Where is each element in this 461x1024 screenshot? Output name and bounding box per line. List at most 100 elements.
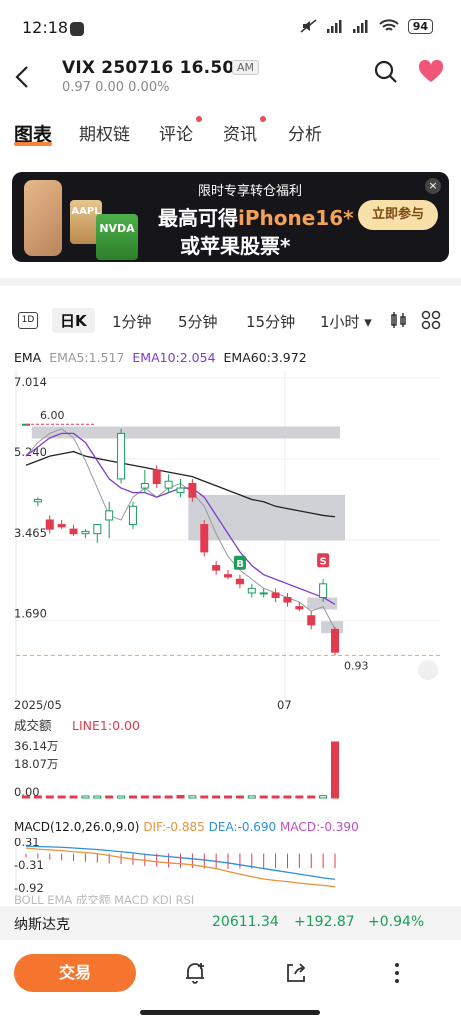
tab-option-chain[interactable]: 期权链 [79,120,130,145]
news-notification-dot [260,116,266,122]
period-1hour[interactable]: 1小时 ▾ [320,311,372,332]
candle-body [176,487,185,494]
period-selector: 1D 日K 1分钟 5分钟 15分钟 1小时 ▾ [0,300,461,338]
volume-bar [81,795,90,799]
volume-bar [283,795,292,799]
macd-axis-label: 0.31 [14,838,40,849]
candle-body [295,606,304,610]
volume-bar [69,795,78,799]
volume-line-value: LINE1:0.00 [72,718,140,733]
chart-reset-icon [418,660,438,680]
candle-body [57,524,66,528]
signal-icon-2 [352,20,368,33]
tab-comments[interactable]: 评论 [159,120,193,145]
volume-axis-label: 18.07万 [14,757,58,771]
share-icon[interactable] [283,960,309,986]
price-chart[interactable]: 7.014 5.240 3.465 1.690 2025/05 07 6.00 0.93 B S 成… [0,370,461,810]
candle-body [33,498,42,503]
mute-icon [300,19,317,33]
volume-bar [271,795,280,799]
more-options-icon[interactable] [384,960,410,986]
favorite-heart-icon[interactable] [418,60,444,84]
price-axis-label: 1.690 [14,607,47,621]
volume-bar [319,795,328,799]
ema-legend: EMA EMA5:1.517 EMA10:2.054 EMA60:3.972 [14,350,311,365]
day-toggle-icon[interactable]: 1D [18,312,38,329]
candle-style-icon[interactable] [389,310,409,330]
alert-bell-icon[interactable] [182,960,208,986]
volume-bar [259,795,268,799]
candle-body [331,628,339,653]
index-ticker-bar[interactable]: 纳斯达克 20611.34 +192.87 +0.94% [0,906,461,940]
price-axis-label: 7.014 [14,375,47,389]
volume-bar [57,795,66,799]
volume-bar [224,795,233,799]
volume-legend-title: 成交额 [14,718,52,733]
period-5min[interactable]: 5分钟 [178,311,218,332]
date-axis-label: 07 [277,698,292,712]
volume-bar [188,795,197,799]
volume-bar [200,795,209,799]
session-badge: AM [232,60,260,75]
status-icons: 94 [300,18,433,34]
candle-body [271,592,280,598]
period-15min[interactable]: 15分钟 [246,311,295,332]
candle-body [307,615,316,626]
period-daily[interactable]: 日K [52,308,95,333]
buy-marker-label: B [236,559,244,570]
banner-offer-alt: 或苹果股票* [180,234,291,258]
trade-button[interactable]: 交易 [14,954,136,992]
period-1min[interactable]: 1分钟 [112,311,152,332]
macd-chart[interactable]: 0.31-0.31-0.92BOLL EMA 成交额 MACD KDJ RSI [0,838,461,904]
volume-bar [93,795,102,799]
volume-bar [331,741,339,799]
wifi-icon [378,19,399,31]
indicator-tabs: BOLL EMA 成交额 MACD KDJ RSI [14,893,194,904]
candle-body [140,483,149,489]
nvda-card: NVDA [96,214,138,260]
tab-news[interactable]: 资讯 [223,120,257,145]
banner-offer: 最高可得iPhone16* [158,206,354,230]
banner-close-icon[interactable]: × [425,178,441,194]
candle-body [152,469,161,485]
volume-bar [105,795,114,799]
search-icon[interactable] [374,60,398,84]
macd-legend: MACD(12.0,26.0,9.0) DIF:-0.885 DEA:-0.69… [14,820,359,834]
volume-bar [164,795,173,799]
back-icon[interactable] [14,64,30,95]
candle-body [69,528,78,535]
candle-body [224,574,233,578]
date-axis-label: 2025/05 [14,698,62,712]
range-zone [188,494,345,541]
price-axis-label: 5.240 [14,445,47,459]
volume-bar [235,795,244,799]
sell-marker-label: S [320,556,327,567]
action-bar: 交易 [0,946,461,1006]
volume-bar [22,795,30,799]
banner-join-button[interactable]: 立即参与 [358,200,438,230]
tab-analysis[interactable]: 分析 [288,120,322,145]
volume-bar [152,795,161,799]
section-divider [0,278,461,286]
candle-body [259,592,268,595]
quote-header: VIX 250716 16.50C AM 0.97 0.00 0.00% [0,56,461,100]
volume-bar [247,795,256,799]
macd-axis-label: -0.31 [14,858,44,872]
status-bar: 12:18 94 [0,0,461,56]
candle-body [212,565,221,571]
grid-layout-icon[interactable] [421,310,441,330]
candle-body [105,510,114,521]
volume-bar [295,795,304,799]
volume-bar [45,795,54,799]
tab-active-underline [14,142,52,146]
home-indicator [140,1010,320,1015]
macd-title: MACD(12.0,26.0,9.0) [14,820,140,834]
volume-bar [128,795,137,799]
candle-body [247,587,256,594]
ema5-value: EMA5:1.517 [49,350,125,365]
candle-body [200,524,209,553]
signal-icon [326,20,342,33]
banner-headline: 限时专享转仓福利 [198,184,303,199]
index-change: +192.87 [294,914,355,930]
promo-banner[interactable]: AAPL NVDA 限时专享转仓福利 最高可得iPhone16* 或苹果股票* … [12,172,449,262]
